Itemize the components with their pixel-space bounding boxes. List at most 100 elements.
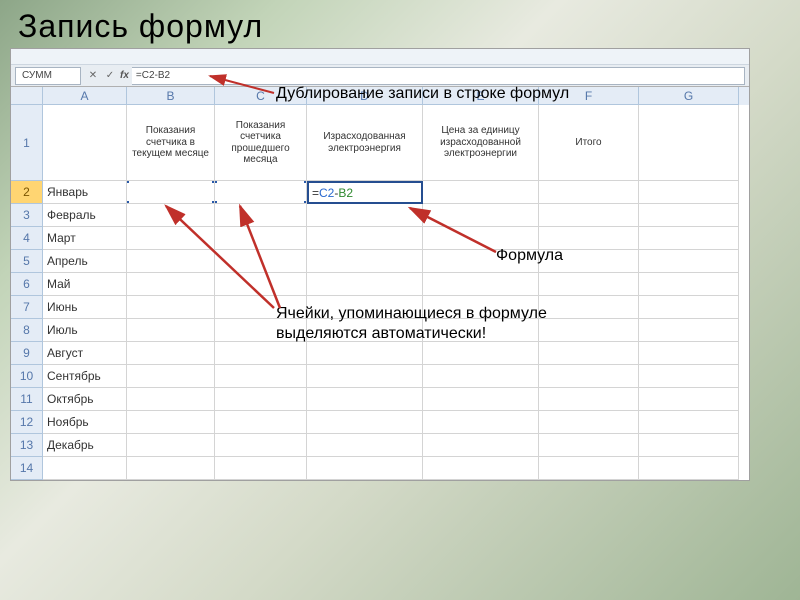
cell[interactable] (43, 457, 127, 480)
cell[interactable]: Февраль (43, 204, 127, 227)
cell[interactable] (539, 388, 639, 411)
cell[interactable] (639, 411, 739, 434)
cell[interactable] (307, 388, 423, 411)
cell[interactable] (307, 227, 423, 250)
col-header-A[interactable]: A (43, 87, 127, 105)
confirm-icon[interactable]: ✓ (103, 70, 117, 81)
row-header-11[interactable]: 11 (11, 388, 43, 411)
cell[interactable] (423, 457, 539, 480)
row-header-7[interactable]: 7 (11, 296, 43, 319)
cell[interactable] (127, 342, 215, 365)
cell[interactable] (127, 273, 215, 296)
cell[interactable] (127, 319, 215, 342)
cell[interactable] (639, 319, 739, 342)
cell[interactable] (127, 388, 215, 411)
col-header-G[interactable]: G (639, 87, 739, 105)
formula-input[interactable]: =C2-B2 (132, 67, 745, 85)
cell[interactable]: Январь (43, 181, 127, 204)
row-header-10[interactable]: 10 (11, 365, 43, 388)
cell[interactable] (539, 273, 639, 296)
col-header-B[interactable]: B (127, 87, 215, 105)
cell[interactable] (639, 457, 739, 480)
cell[interactable] (215, 204, 307, 227)
cell[interactable]: Декабрь (43, 434, 127, 457)
cell[interactable]: Показания счетчика в текущем месяце (127, 105, 215, 181)
cell[interactable]: Итого (539, 105, 639, 181)
cell[interactable] (539, 365, 639, 388)
cell[interactable]: Показания счетчика прошедшего месяца (215, 105, 307, 181)
cell[interactable] (639, 273, 739, 296)
cell[interactable] (423, 342, 539, 365)
cell[interactable] (43, 105, 127, 181)
cell[interactable] (423, 204, 539, 227)
row-header-3[interactable]: 3 (11, 204, 43, 227)
cell[interactable] (639, 250, 739, 273)
spreadsheet-grid[interactable]: A B C D E F G 1 Показания счетчика в тек… (11, 87, 749, 480)
cell[interactable]: Октябрь (43, 388, 127, 411)
cell[interactable] (215, 411, 307, 434)
cell[interactable] (215, 250, 307, 273)
cell[interactable] (539, 434, 639, 457)
cell[interactable]: Март (43, 227, 127, 250)
cell[interactable] (423, 181, 539, 204)
cell[interactable] (215, 227, 307, 250)
cell[interactable]: Июль (43, 319, 127, 342)
cell[interactable] (307, 411, 423, 434)
row-header-2[interactable]: 2 (11, 181, 43, 204)
cell[interactable] (307, 342, 423, 365)
cell[interactable] (215, 434, 307, 457)
cell[interactable] (639, 388, 739, 411)
cell[interactable] (127, 365, 215, 388)
cell[interactable] (307, 204, 423, 227)
cell[interactable]: Ноябрь (43, 411, 127, 434)
row-header-4[interactable]: 4 (11, 227, 43, 250)
name-box[interactable]: СУММ (15, 67, 81, 85)
cell[interactable] (127, 457, 215, 480)
cell[interactable] (423, 388, 539, 411)
cell[interactable] (423, 411, 539, 434)
cell[interactable] (539, 204, 639, 227)
cell[interactable] (423, 273, 539, 296)
cell-B2-referenced[interactable] (127, 181, 215, 204)
cell[interactable] (215, 273, 307, 296)
cell[interactable]: Апрель (43, 250, 127, 273)
cell[interactable]: Август (43, 342, 127, 365)
cell[interactable]: Израсходованная электроэнергия (307, 105, 423, 181)
cell[interactable] (539, 457, 639, 480)
row-header-12[interactable]: 12 (11, 411, 43, 434)
cell[interactable] (127, 296, 215, 319)
cell[interactable] (307, 365, 423, 388)
cell[interactable] (639, 204, 739, 227)
cell[interactable] (423, 365, 539, 388)
cell[interactable]: Сентябрь (43, 365, 127, 388)
cell[interactable] (307, 434, 423, 457)
cell[interactable] (639, 342, 739, 365)
cell[interactable]: Июнь (43, 296, 127, 319)
row-header-1[interactable]: 1 (11, 105, 43, 181)
cell[interactable] (307, 250, 423, 273)
cell[interactable] (539, 342, 639, 365)
row-header-8[interactable]: 8 (11, 319, 43, 342)
cell[interactable] (215, 388, 307, 411)
select-all-corner[interactable] (11, 87, 43, 105)
fx-icon[interactable]: fx (120, 70, 129, 81)
cell[interactable] (215, 365, 307, 388)
cell-D2-active[interactable]: =C2-B2 (307, 181, 423, 204)
row-header-5[interactable]: 5 (11, 250, 43, 273)
cell[interactable] (639, 434, 739, 457)
row-header-6[interactable]: 6 (11, 273, 43, 296)
cell[interactable] (539, 181, 639, 204)
cell[interactable] (127, 204, 215, 227)
cell[interactable] (639, 105, 739, 181)
cell[interactable] (127, 411, 215, 434)
cell[interactable] (127, 227, 215, 250)
row-header-9[interactable]: 9 (11, 342, 43, 365)
cell[interactable] (639, 365, 739, 388)
row-header-14[interactable]: 14 (11, 457, 43, 480)
cell[interactable] (127, 250, 215, 273)
cell[interactable] (215, 342, 307, 365)
cell[interactable] (639, 181, 739, 204)
cell[interactable] (127, 434, 215, 457)
cell[interactable] (539, 411, 639, 434)
cell[interactable] (215, 457, 307, 480)
